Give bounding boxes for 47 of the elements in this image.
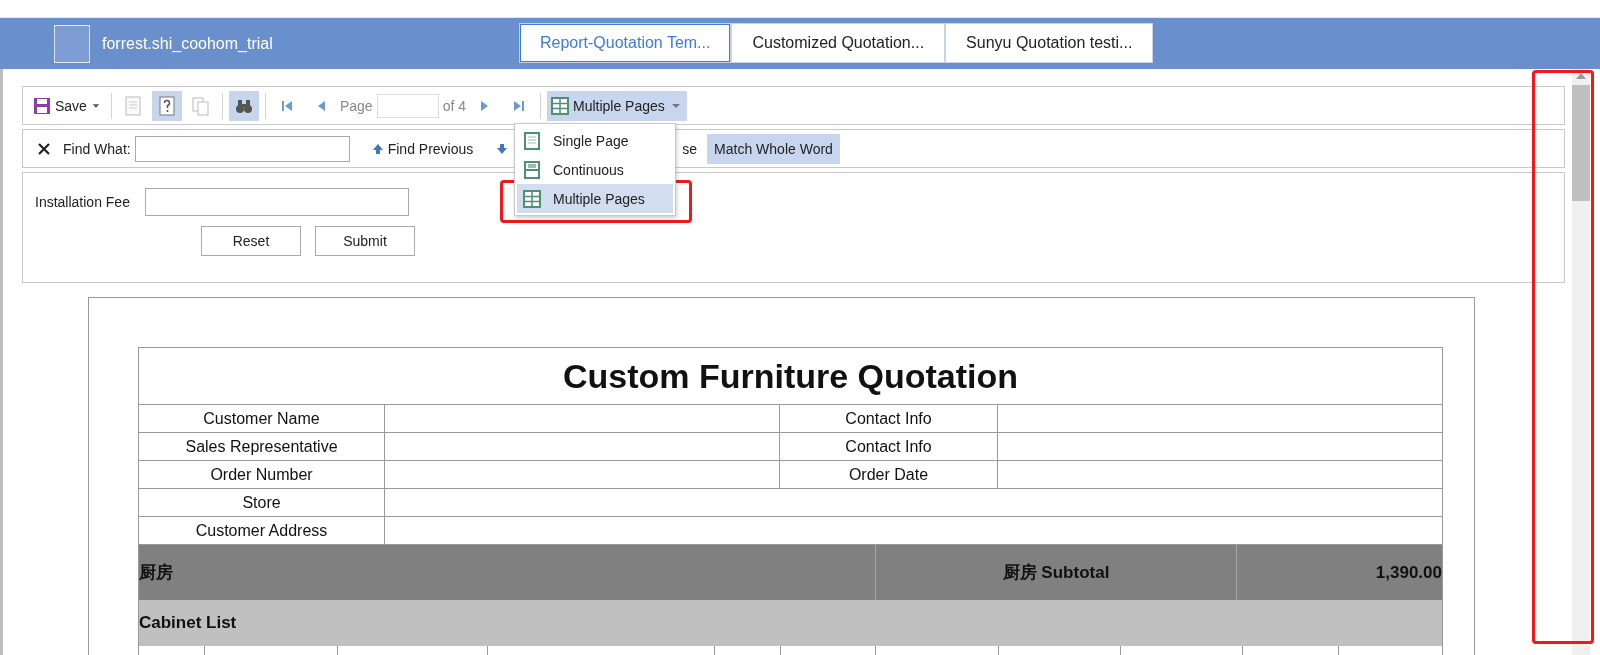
subtotal-value: 1,390.00 [1374, 561, 1442, 584]
help-page-icon [157, 95, 176, 116]
grid-icon [523, 189, 541, 208]
scrollbar[interactable] [1572, 69, 1590, 655]
form-button[interactable]: Reset [201, 226, 301, 256]
table-cell: Store [139, 489, 385, 516]
grid-icon [551, 96, 569, 115]
match-whole-word-button[interactable]: Match Whole Word [707, 133, 840, 164]
page-label: Page [339, 97, 373, 114]
table-cell: Sales Representative [139, 433, 385, 460]
menu-item[interactable]: Multiple Pages [517, 184, 673, 213]
subsection-row: Cabinet List [139, 600, 1442, 646]
page-field[interactable] [376, 93, 439, 118]
save-button[interactable]: Save [29, 90, 105, 121]
table-cell: Order Date [780, 461, 998, 488]
toolbar-button[interactable] [228, 90, 259, 121]
find-previous-button[interactable]: Find Previous [367, 133, 478, 164]
down-arrow-icon [496, 141, 509, 156]
page-icon [523, 131, 541, 150]
account-name: forrest.shi_coohom_trial [102, 34, 273, 53]
last-page-icon [513, 98, 525, 113]
report-tab[interactable]: Report-Quotation Tem... [519, 23, 732, 63]
find-field[interactable] [134, 135, 350, 162]
table-cell: Customer Address [139, 517, 385, 544]
report-title: Custom Furniture Quotation [139, 348, 1442, 405]
table-cell: Contact Info [780, 405, 998, 432]
find-label: Find What: [63, 140, 131, 157]
copy-icon [191, 95, 210, 116]
form-button[interactable]: Submit [315, 226, 415, 256]
logo-image [54, 24, 90, 63]
match-case-label: se [682, 140, 698, 157]
page-icon [123, 95, 142, 116]
scroll-up-icon [1576, 73, 1586, 79]
save-icon [33, 96, 51, 115]
page-count: of 4 [442, 97, 466, 114]
field-label: Installation Fee [35, 194, 130, 210]
pages-icon [523, 160, 541, 179]
table-cell: Order Number [139, 461, 385, 488]
close-icon [38, 142, 50, 155]
view-mode-button[interactable]: Multiple Pages [547, 90, 687, 121]
scroll-thumb[interactable] [1572, 85, 1590, 201]
report-tab[interactable]: Customized Quotation... [731, 23, 946, 63]
table-cell: Customer Name [139, 405, 385, 432]
first-page-icon [280, 98, 293, 113]
table-cell: Contact Info [780, 433, 998, 460]
report-tab[interactable]: Sunyu Quotation testi... [945, 23, 1154, 63]
installation-fee-field[interactable] [144, 188, 409, 216]
